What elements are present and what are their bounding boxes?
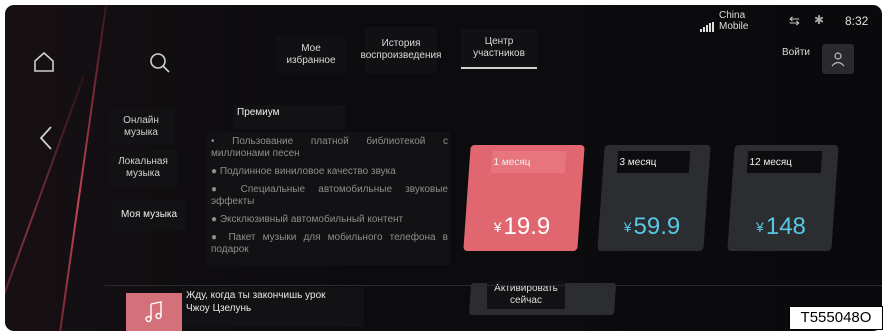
usb-icon: ⇆: [789, 13, 800, 28]
plan-price: ¥19.9: [493, 213, 551, 240]
figure-code: T555048O: [789, 306, 883, 330]
bluetooth-icon: ✱: [814, 13, 825, 27]
signal-icon: [699, 19, 719, 32]
album-art[interactable]: [126, 293, 182, 331]
plan-card-12-months[interactable]: 12 месяц ¥148: [727, 145, 839, 251]
carrier-line1: China: [719, 10, 746, 21]
feature-item: • Пользование платной библиотекой с милл…: [211, 136, 448, 159]
tab-member-center-label: Центр участников: [473, 36, 525, 59]
tab-history[interactable]: История воспроизведения: [361, 27, 441, 73]
feature-item: ● Специальные автомобильные звуковые эфф…: [211, 184, 448, 207]
feature-item: ● Подлинное виниловое качество звука: [211, 166, 396, 177]
plan-period: 12 месяц: [746, 151, 823, 173]
divider: [105, 285, 882, 286]
feature-item: ● Эксклюзивный автомобильный контент: [211, 214, 404, 225]
plan-card-3-months[interactable]: 3 месяц ¥59.9: [597, 145, 711, 251]
song-title: Жду, когда ты закончишь урок: [186, 290, 326, 301]
carrier-name: China Mobile: [719, 10, 748, 32]
tab-favorites[interactable]: Мое избранное: [276, 37, 346, 73]
sidebar-item-online-music[interactable]: Онлайн музыка: [108, 109, 174, 145]
sidebar-item-local-music[interactable]: Локальная музыка: [108, 149, 178, 187]
clock: 8:32: [845, 14, 869, 28]
song-artist: Чжоу Цзелунь: [186, 303, 252, 314]
infotainment-screen: China Mobile ⇆ ✱ 8:32 Мое избранное Исто…: [5, 5, 882, 331]
plan-period: 3 месяц: [616, 151, 691, 173]
now-playing-info[interactable]: Жду, когда ты закончишь урок Чжоу Цзелун…: [182, 287, 364, 327]
tab-favorites-label: Мое избранное: [286, 43, 336, 66]
user-avatar[interactable]: [822, 44, 854, 74]
plan-period: 1 месяц: [490, 151, 567, 173]
decor-line: [57, 5, 107, 331]
carrier-line2: Mobile: [719, 21, 749, 32]
plan-price: ¥59.9: [623, 213, 681, 240]
plan-price: ¥148: [756, 213, 806, 240]
search-icon[interactable]: [148, 51, 172, 80]
tab-member-center[interactable]: Центр участников: [461, 29, 537, 69]
sidebar-item-my-music[interactable]: Моя музыка: [112, 200, 186, 230]
home-icon[interactable]: [32, 50, 56, 79]
decor-line: [5, 75, 85, 330]
tab-history-label: История воспроизведения: [360, 38, 442, 61]
premium-features: • Пользование платной библиотекой с милл…: [207, 132, 450, 265]
plan-card-1-month[interactable]: 1 месяц ¥19.9: [463, 145, 585, 251]
user-icon: [831, 52, 845, 67]
premium-title: Премиум: [233, 105, 345, 129]
back-icon[interactable]: [37, 125, 57, 156]
music-note-icon: [145, 301, 162, 323]
login-button[interactable]: Войти: [782, 47, 810, 58]
feature-item: ● Пакет музыки для мобильного телефона в…: [211, 232, 448, 255]
